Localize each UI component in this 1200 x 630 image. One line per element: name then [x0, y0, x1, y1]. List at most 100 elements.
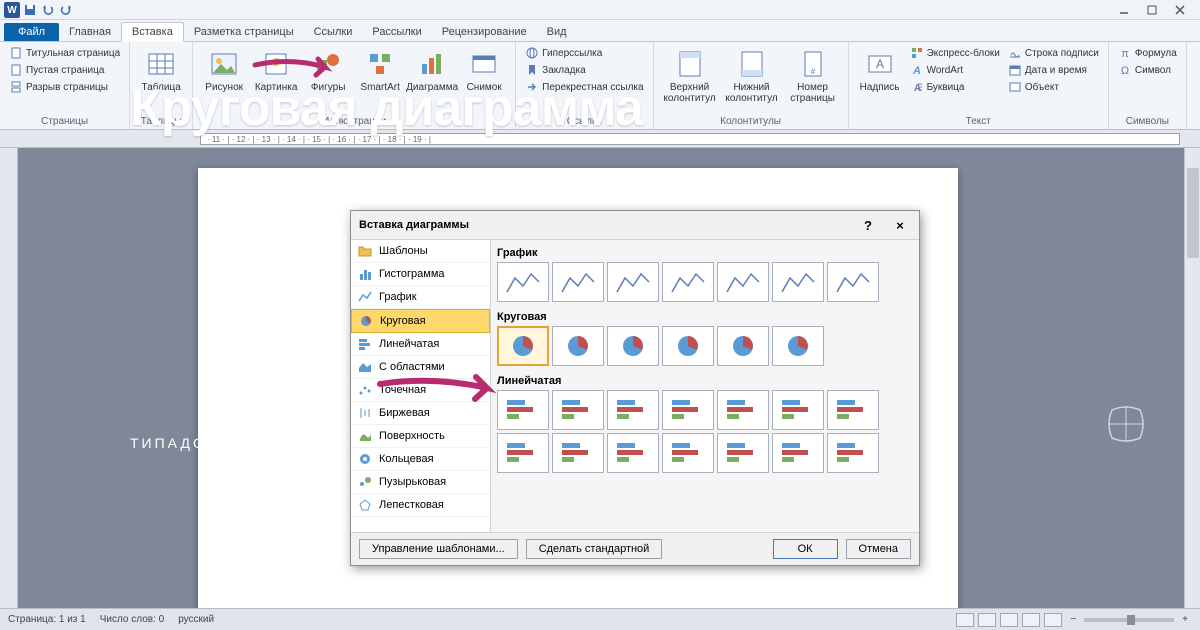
- nav-bubble[interactable]: Пузырьковая: [351, 471, 490, 494]
- cover-page-button[interactable]: Титульная страница: [6, 45, 123, 61]
- page-break-button[interactable]: Разрыв страницы: [6, 79, 123, 95]
- chart-subtype-item[interactable]: [772, 326, 824, 366]
- nav-pie[interactable]: Круговая: [351, 309, 490, 333]
- footer-button[interactable]: Нижний колонтитул: [722, 45, 782, 111]
- pagenum-button[interactable]: #Номер страницы: [784, 45, 842, 111]
- chart-subtype-item[interactable]: [827, 390, 879, 430]
- redo-button[interactable]: [58, 2, 74, 18]
- dialog-help-button[interactable]: ?: [857, 217, 879, 233]
- chart-subtype-item[interactable]: [497, 262, 549, 302]
- chart-subtype-item[interactable]: [662, 433, 714, 473]
- chart-subtype-item[interactable]: [662, 262, 714, 302]
- tab-refs[interactable]: Ссылки: [304, 23, 363, 41]
- nav-surface[interactable]: Поверхность: [351, 425, 490, 448]
- nav-radar[interactable]: Лепестковая: [351, 494, 490, 517]
- tab-mailings[interactable]: Рассылки: [362, 23, 431, 41]
- zoom-in-button[interactable]: +: [1178, 614, 1192, 625]
- ruler-vertical: [0, 148, 18, 608]
- chart-subtype-item[interactable]: [717, 433, 769, 473]
- view-web-button[interactable]: [1000, 613, 1018, 627]
- chart-subtype-item[interactable]: [607, 326, 659, 366]
- chart-subtype-item[interactable]: [717, 262, 769, 302]
- hyperlink-button[interactable]: Гиперссылка: [522, 45, 646, 61]
- chart-subtype-item[interactable]: [497, 390, 549, 430]
- chart-subtype-item[interactable]: [662, 390, 714, 430]
- blank-page-button[interactable]: Пустая страница: [6, 62, 123, 78]
- minimize-button[interactable]: [1110, 3, 1138, 17]
- nav-column[interactable]: Гистограмма: [351, 263, 490, 286]
- blank-page-icon: [9, 63, 23, 77]
- scroll-thumb[interactable]: [1187, 168, 1199, 258]
- chart-subtype-item[interactable]: [552, 390, 604, 430]
- datetime-button[interactable]: Дата и время: [1005, 62, 1102, 78]
- word-icon: W: [4, 2, 20, 18]
- chart-subtype-item[interactable]: [772, 433, 824, 473]
- nav-doughnut[interactable]: Кольцевая: [351, 448, 490, 471]
- maximize-button[interactable]: [1138, 3, 1166, 17]
- tab-insert[interactable]: Вставка: [121, 22, 184, 42]
- view-outline-button[interactable]: [1022, 613, 1040, 627]
- nav-stock[interactable]: Биржевая: [351, 402, 490, 425]
- zoom-slider[interactable]: [1084, 618, 1174, 622]
- nav-area[interactable]: С областями: [351, 356, 490, 379]
- nav-templates[interactable]: Шаблоны: [351, 240, 490, 263]
- quickparts-button[interactable]: Экспресс-блоки: [907, 45, 1003, 61]
- status-words[interactable]: Число слов: 0: [100, 614, 164, 625]
- nav-label: С областями: [379, 361, 445, 373]
- chart-subtype-item[interactable]: [717, 390, 769, 430]
- chart-subtype-item[interactable]: [497, 326, 549, 366]
- chart-subtype-item[interactable]: [827, 262, 879, 302]
- nav-scatter[interactable]: Точечная: [351, 379, 490, 402]
- dialog-close-button[interactable]: ×: [889, 217, 911, 233]
- scrollbar-vertical[interactable]: [1184, 148, 1200, 608]
- dropcap-button[interactable]: AБуквица: [907, 79, 1003, 95]
- chart-subtype-item[interactable]: [662, 326, 714, 366]
- object-button[interactable]: Объект: [1005, 79, 1102, 95]
- manage-templates-button[interactable]: Управление шаблонами...: [359, 539, 518, 559]
- textbox-button[interactable]: AНадпись: [855, 45, 905, 111]
- view-draft-button[interactable]: [1044, 613, 1062, 627]
- chart-subtype-item[interactable]: [607, 433, 659, 473]
- chart-subtype-item[interactable]: [607, 390, 659, 430]
- ok-button[interactable]: ОК: [773, 539, 838, 559]
- tab-home[interactable]: Главная: [59, 23, 121, 41]
- tab-review[interactable]: Рецензирование: [432, 23, 537, 41]
- status-page[interactable]: Страница: 1 из 1: [8, 614, 86, 625]
- equation-button[interactable]: πФормула: [1115, 45, 1180, 61]
- tab-layout[interactable]: Разметка страницы: [184, 23, 304, 41]
- set-default-button[interactable]: Сделать стандартной: [526, 539, 663, 559]
- sigline-icon: [1008, 46, 1022, 60]
- tab-view[interactable]: Вид: [537, 23, 577, 41]
- chart-subtype-item[interactable]: [552, 326, 604, 366]
- nav-bar[interactable]: Линейчатая: [351, 333, 490, 356]
- chart-subtype-item[interactable]: [552, 433, 604, 473]
- zoom-out-button[interactable]: −: [1066, 614, 1080, 625]
- blank-page-label: Пустая страница: [26, 65, 104, 76]
- close-button[interactable]: [1166, 3, 1194, 17]
- chart-subtype-item[interactable]: [552, 262, 604, 302]
- overlay-brand: ТИПАДОК: [130, 435, 218, 451]
- nav-label: Шаблоны: [379, 245, 428, 257]
- view-print-layout-button[interactable]: [956, 613, 974, 627]
- undo-button[interactable]: [40, 2, 56, 18]
- status-lang[interactable]: русский: [178, 614, 214, 625]
- chart-subtype-item[interactable]: [717, 326, 769, 366]
- cancel-button[interactable]: Отмена: [846, 539, 911, 559]
- dropcap-icon: A: [910, 80, 924, 94]
- wordart-button[interactable]: AWordArt: [907, 62, 1003, 78]
- tab-file[interactable]: Файл: [4, 23, 59, 41]
- zoom-slider-thumb[interactable]: [1127, 615, 1135, 625]
- chart-subtype-item[interactable]: [827, 433, 879, 473]
- chart-subtype-item[interactable]: [607, 262, 659, 302]
- save-button[interactable]: [22, 2, 38, 18]
- bookmark-button[interactable]: Закладка: [522, 62, 646, 78]
- nav-line[interactable]: График: [351, 286, 490, 309]
- chart-subtype-item[interactable]: [772, 390, 824, 430]
- view-reading-button[interactable]: [978, 613, 996, 627]
- header-button[interactable]: Верхний колонтитул: [660, 45, 720, 111]
- equation-label: Формула: [1135, 48, 1177, 59]
- symbol-button[interactable]: ΩСимвол: [1115, 62, 1180, 78]
- sigline-button[interactable]: Строка подписи: [1005, 45, 1102, 61]
- chart-subtype-item[interactable]: [772, 262, 824, 302]
- chart-subtype-item[interactable]: [497, 433, 549, 473]
